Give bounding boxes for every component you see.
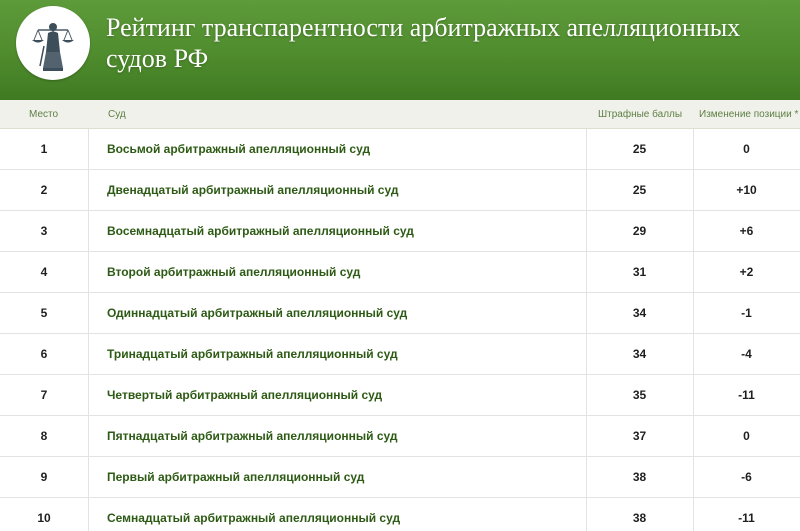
score-cell: 25 <box>632 183 647 197</box>
place-cell: 2 <box>40 183 48 197</box>
column-header-change[interactable]: Изменение позиции * <box>699 109 798 120</box>
change-cell: 0 <box>743 429 750 443</box>
score-cell: 31 <box>632 265 647 279</box>
page: Рейтинг транспарентности арбитражных апе… <box>0 0 800 531</box>
change-cell: -11 <box>738 511 755 525</box>
change-cell: -11 <box>738 388 755 402</box>
score-cell: 35 <box>632 388 647 402</box>
table-row: 6 Тринадцатый арбитражный апелляционный … <box>0 334 800 375</box>
place-cell: 9 <box>40 470 48 484</box>
table-row: 2 Двенадцатый арбитражный апелляционный … <box>0 170 800 211</box>
court-cell: Восемнадцатый арбитражный апелляционный … <box>107 224 414 238</box>
place-cell: 8 <box>40 429 48 443</box>
place-cell: 1 <box>40 142 48 156</box>
table-row: 5 Одиннадцатый арбитражный апелляционный… <box>0 293 800 334</box>
court-cell: Пятнадцатый арбитражный апелляционный су… <box>107 429 398 443</box>
score-cell: 38 <box>632 470 647 484</box>
score-cell: 37 <box>632 429 647 443</box>
change-cell: 0 <box>743 142 750 156</box>
court-cell: Первый арбитражный апелляционный суд <box>107 470 365 484</box>
change-cell: -1 <box>741 306 752 320</box>
column-divider <box>586 129 587 531</box>
table-row: 3 Восемнадцатый арбитражный апелляционны… <box>0 211 800 252</box>
column-header-place[interactable]: Место <box>29 109 58 120</box>
table-row: 10 Семнадцатый арбитражный апелляционный… <box>0 498 800 531</box>
score-cell: 34 <box>632 306 647 320</box>
score-cell: 29 <box>632 224 647 238</box>
table-row: 9 Первый арбитражный апелляционный суд 3… <box>0 457 800 498</box>
table-row: 7 Четвертый арбитражный апелляционный су… <box>0 375 800 416</box>
table-row: 4 Второй арбитражный апелляционный суд 3… <box>0 252 800 293</box>
court-cell: Одиннадцатый арбитражный апелляционный с… <box>107 306 408 320</box>
change-cell: +2 <box>739 265 754 279</box>
table-row: 1 Восьмой арбитражный апелляционный суд … <box>0 129 800 170</box>
court-cell: Тринадцатый арбитражный апелляционный су… <box>107 347 398 361</box>
column-divider <box>88 129 89 531</box>
page-header: Рейтинг транспарентности арбитражных апе… <box>0 0 800 100</box>
change-cell: +6 <box>739 224 754 238</box>
column-header-score[interactable]: Штрафные баллы <box>598 109 682 120</box>
table-header: Место Суд Штрафные баллы Изменение позиц… <box>0 100 800 129</box>
court-cell: Второй арбитражный апелляционный суд <box>107 265 361 279</box>
place-cell: 4 <box>40 265 48 279</box>
court-cell: Четвертый арбитражный апелляционный суд <box>107 388 383 402</box>
change-cell: -4 <box>741 347 752 361</box>
table-row: 8 Пятнадцатый арбитражный апелляционный … <box>0 416 800 457</box>
place-cell: 3 <box>40 224 48 238</box>
court-cell: Восьмой арбитражный апелляционный суд <box>107 142 371 156</box>
score-cell: 25 <box>632 142 647 156</box>
column-divider <box>693 129 694 531</box>
page-title: Рейтинг транспарентности арбитражных апе… <box>106 13 741 73</box>
place-cell: 6 <box>40 347 48 361</box>
ranking-table-body: 1 Восьмой арбитражный апелляционный суд … <box>0 129 800 531</box>
change-cell: +10 <box>736 183 757 197</box>
place-cell: 10 <box>37 511 51 525</box>
place-cell: 7 <box>40 388 48 402</box>
column-header-court[interactable]: Суд <box>108 109 126 120</box>
score-cell: 38 <box>632 511 647 525</box>
change-cell: -6 <box>741 470 752 484</box>
score-cell: 34 <box>632 347 647 361</box>
place-cell: 5 <box>40 306 48 320</box>
court-cell: Двенадцатый арбитражный апелляционный су… <box>107 183 399 197</box>
themis-justice-icon <box>16 6 90 80</box>
court-cell: Семнадцатый арбитражный апелляционный су… <box>107 511 401 525</box>
